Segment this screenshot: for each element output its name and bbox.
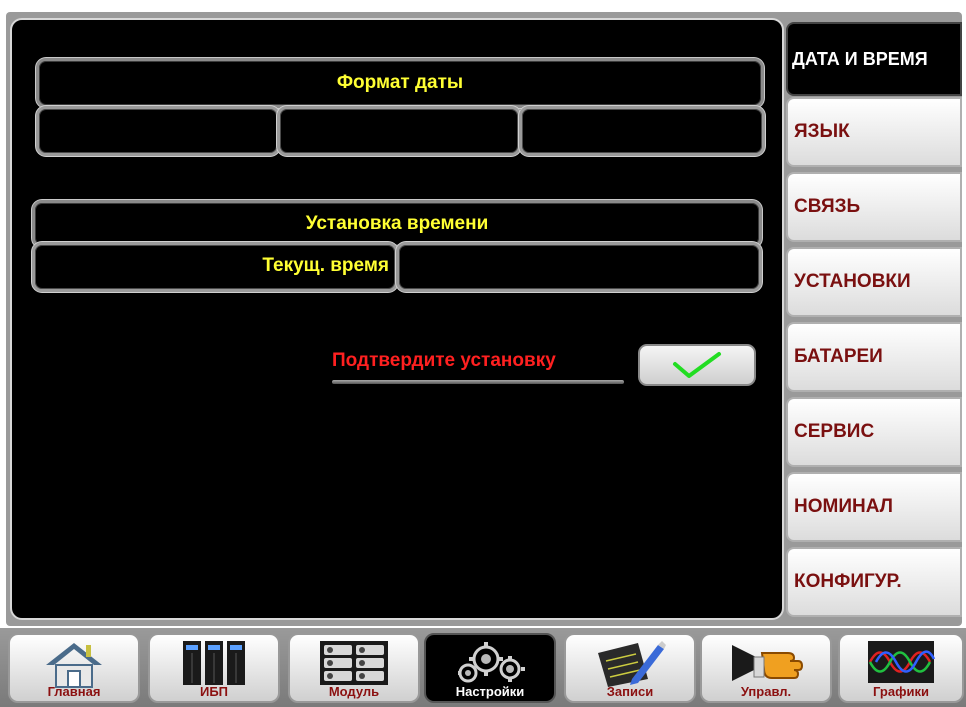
ups-cabinet-icon (183, 641, 245, 685)
nav-control-button[interactable]: Управл. (700, 633, 832, 703)
side-tab-batteries[interactable]: БАТАРЕИ (786, 322, 962, 392)
time-setting-group: Установка времени (32, 200, 762, 248)
nav-label: Графики (873, 684, 929, 699)
side-tab-date-time[interactable]: ДАТА И ВРЕМЯ (786, 22, 962, 96)
side-tab-label: ЯЗЫК (794, 121, 850, 142)
nav-label: Главная (47, 684, 101, 699)
nav-label: Модуль (328, 684, 380, 699)
nav-module-button[interactable]: Модуль (288, 633, 420, 703)
nav-label: Управл. (740, 684, 792, 699)
confirm-button[interactable] (638, 344, 756, 386)
side-tab-rating[interactable]: НОМИНАЛ (786, 472, 962, 542)
side-tab-settings[interactable]: УСТАНОВКИ (786, 247, 962, 317)
side-tab-label: УСТАНОВКИ (794, 271, 911, 292)
module-rack-icon (320, 641, 388, 685)
nav-charts-button[interactable]: Графики (838, 633, 964, 703)
side-tab-config[interactable]: КОНФИГУР. (786, 547, 962, 617)
settings-panel: Формат даты Установка времени Текущ. вре… (10, 18, 784, 620)
current-time-input[interactable] (396, 242, 762, 292)
hand-pointer-icon (732, 645, 804, 681)
nav-settings-button[interactable]: Настройки (424, 633, 556, 703)
time-setting-title: Установка времени (305, 213, 489, 234)
current-time-label-cell: Текущ. время (32, 242, 398, 292)
nav-label: ИБП (199, 684, 229, 699)
nav-label: Записи (606, 684, 654, 699)
side-tab-language[interactable]: ЯЗЫК (786, 97, 962, 167)
date-format-field-3[interactable] (519, 106, 765, 156)
notepad-pen-icon (598, 641, 666, 687)
date-format-title: Формат даты (336, 72, 464, 93)
current-time-label: Текущ. время (262, 255, 389, 276)
side-tab-label: БАТАРЕИ (794, 346, 883, 367)
side-tab-label: СВЯЗЬ (794, 196, 861, 217)
nav-home-button[interactable]: Главная (8, 633, 140, 703)
date-format-field-1[interactable] (36, 106, 280, 156)
nav-logs-button[interactable]: Записи (564, 633, 696, 703)
date-format-field-2[interactable] (277, 106, 521, 156)
gears-icon (458, 642, 525, 683)
side-tab-service[interactable]: СЕРВИС (786, 397, 962, 467)
home-icon (46, 643, 102, 688)
confirm-underline (332, 380, 624, 384)
checkmark-icon (673, 352, 721, 378)
side-tab-label: СЕРВИС (794, 421, 875, 442)
side-tab-label: КОНФИГУР. (794, 571, 902, 592)
nav-ups-button[interactable]: ИБП (148, 633, 280, 703)
waveform-icon (868, 641, 936, 683)
date-format-group: Формат даты (36, 58, 764, 108)
side-tab-label: НОМИНАЛ (794, 496, 893, 517)
side-tab-communication[interactable]: СВЯЗЬ (786, 172, 962, 242)
side-tab-label: ДАТА И ВРЕМЯ (792, 48, 928, 69)
nav-label: Настройки (455, 684, 525, 699)
confirm-setting-label: Подтвердите установку (332, 350, 556, 371)
